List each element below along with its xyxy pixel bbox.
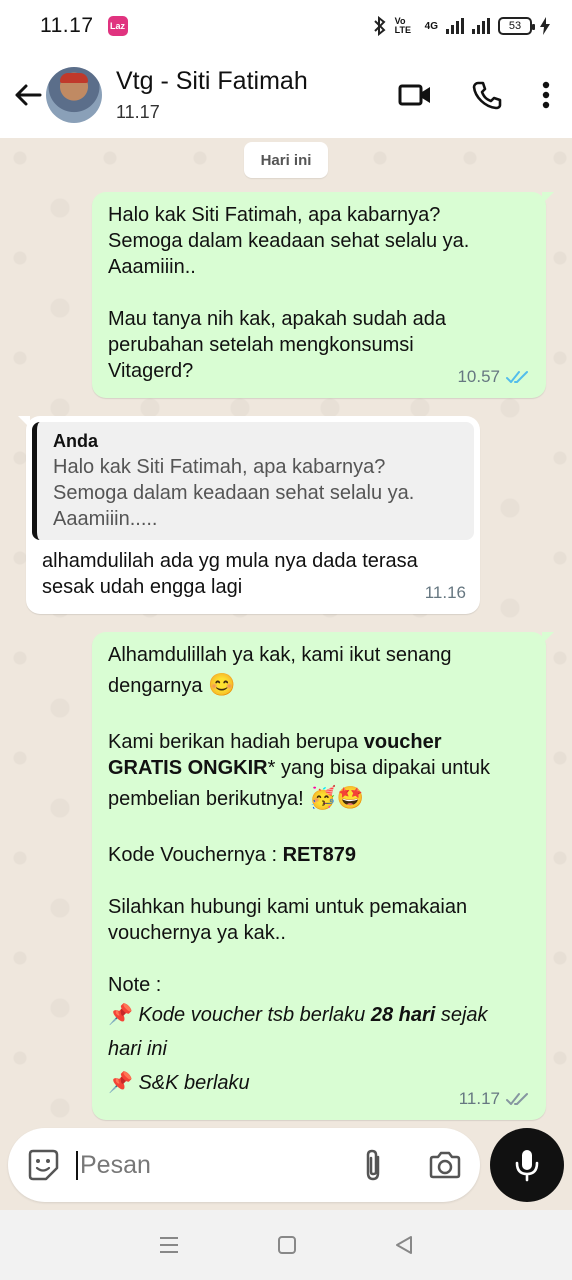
message-line: GRATIS ONGKIR* yang bisa dipakai untuk [108,755,530,781]
battery-icon: 53 [498,17,535,35]
message-line-with-emoji: pembelian berikutnya! 🥳🤩 [108,781,530,816]
microphone-icon [515,1150,539,1182]
message-text: pembelian berikutnya! [108,788,310,810]
status-indicators: Vo LTE 4G 53 [373,16,550,36]
voice-record-button[interactable] [490,1128,564,1202]
header-actions [398,80,558,110]
voucher-code: RET879 [282,844,356,866]
note-bold-text: 28 hari [370,1004,436,1026]
message-line: Mau tanya nih kak, apakah sudah ada [108,308,447,330]
quote-author: Anda [53,431,98,451]
message-text: * yang bisa dipakai untuk [267,757,491,779]
note-text: Kode voucher tsb berlaku [132,1004,371,1026]
message-meta: 11.17 [459,1086,532,1112]
voucher-code-line: Kode Vouchernya : RET879 [108,842,530,868]
recent-apps-icon[interactable] [158,1235,180,1255]
message-line: Kami berikan hadiah berupa voucher [108,729,530,755]
outgoing-message-bubble[interactable]: Halo kak Siti Fatimah, apa kabarnya? Sem… [92,192,554,398]
note-label: Note : [108,974,162,996]
signal-icon-2 [472,18,490,34]
quote-line: Aaamiiin..... [53,508,158,530]
pushpin-icon: 📌 [108,1072,133,1094]
back-arrow-icon[interactable] [14,81,42,109]
message-meta: 11.16 [425,580,466,606]
message-line: perubahan setelah mengkonsumsi [108,334,414,356]
voucher-code-label: Kode Vouchernya : [108,844,283,866]
note-text: hari ini [108,1038,167,1060]
message-line: alhamdulilah ada yg mula nya dada terasa [42,550,418,572]
message-line-with-emoji: dengarnya 😊 [108,668,530,703]
message-composer [8,1128,480,1202]
message-line: Aaamiiin.. [108,256,196,278]
sticker-icon[interactable] [26,1148,60,1182]
battery-level: 53 [508,20,522,32]
message-time: 11.17 [458,1089,500,1108]
note-text: S&K berlaku [132,1072,250,1094]
contact-info[interactable]: Vtg - Siti Fatimah 11.17 [116,67,308,123]
message-text: Kami berikan hadiah berupa [108,731,364,753]
outgoing-message-bubble[interactable]: Alhamdulillah ya kak, kami ikut senang d… [92,632,554,1120]
camera-icon[interactable] [428,1151,462,1179]
message-line: Alhamdulillah ya kak, kami ikut senang [108,644,452,666]
incoming-message-bubble[interactable]: Anda Halo kak Siti Fatimah, apa kabarnya… [18,416,480,614]
status-time: 11.17 [40,14,94,37]
message-meta: 10.57 [457,364,532,390]
message-line: sesak udah engga lagi [42,576,243,598]
home-icon[interactable] [277,1235,297,1255]
pushpin-icon: 📌 [108,1004,133,1026]
status-bar: 11.17 Laz Vo LTE 4G 53 [0,0,572,52]
date-separator: Hari ini [244,142,328,178]
quote-line: Semoga dalam keadaan sehat selalu ya. [53,482,415,504]
signal-icon [446,18,464,34]
message-text: dengarnya [108,675,203,697]
system-nav-bar [0,1210,572,1280]
quoted-message[interactable]: Anda Halo kak Siti Fatimah, apa kabarnya… [32,422,474,540]
delivered-receipt-icon [506,1093,528,1105]
message-line: Silahkan hubungi kami untuk pemakaian [108,896,468,918]
chat-header: Vtg - Siti Fatimah 11.17 [0,52,572,138]
bluetooth-icon [373,16,386,36]
contact-last-seen: 11.17 [116,102,160,122]
message-line: Halo kak Siti Fatimah, apa kabarnya? [108,204,441,226]
message-time: 10.57 [457,367,500,386]
quote-line: Halo kak Siti Fatimah, apa kabarnya? [53,456,386,478]
message-time: 11.16 [424,583,466,602]
message-line: Semoga dalam keadaan sehat selalu ya. [108,230,470,252]
volte-indicator: Vo LTE [394,16,411,35]
note-line: 📌 Kode voucher tsb berlaku 28 hari sejak [108,998,530,1032]
chat-area[interactable]: Hari ini Halo kak Siti Fatimah, apa kaba… [0,138,572,1128]
charging-icon [540,17,550,35]
bold-text: GRATIS ONGKIR [108,757,268,779]
back-nav-icon[interactable] [394,1235,414,1255]
note-text: sejak [435,1004,488,1026]
contact-avatar[interactable] [46,67,102,123]
message-input[interactable] [76,1150,326,1180]
network-indicator: 4G [424,20,438,32]
contact-name: Vtg - Siti Fatimah [116,67,308,95]
composer-actions [362,1148,462,1182]
smile-emoji: 😊 [208,672,236,697]
party-starstruck-emoji: 🥳🤩 [309,785,365,810]
voice-call-icon[interactable] [472,80,502,110]
bold-text: voucher [363,731,442,753]
reply-body: alhamdulilah ada yg mula nya dada terasa… [32,540,474,600]
read-receipt-icon [506,371,528,383]
lazada-app-icon: Laz [107,16,128,36]
message-line: vouchernya ya kak.. [108,922,286,944]
more-options-icon[interactable] [542,81,550,109]
video-call-icon[interactable] [398,83,432,107]
note-line: hari ini [108,1032,530,1066]
attach-icon[interactable] [362,1148,384,1182]
